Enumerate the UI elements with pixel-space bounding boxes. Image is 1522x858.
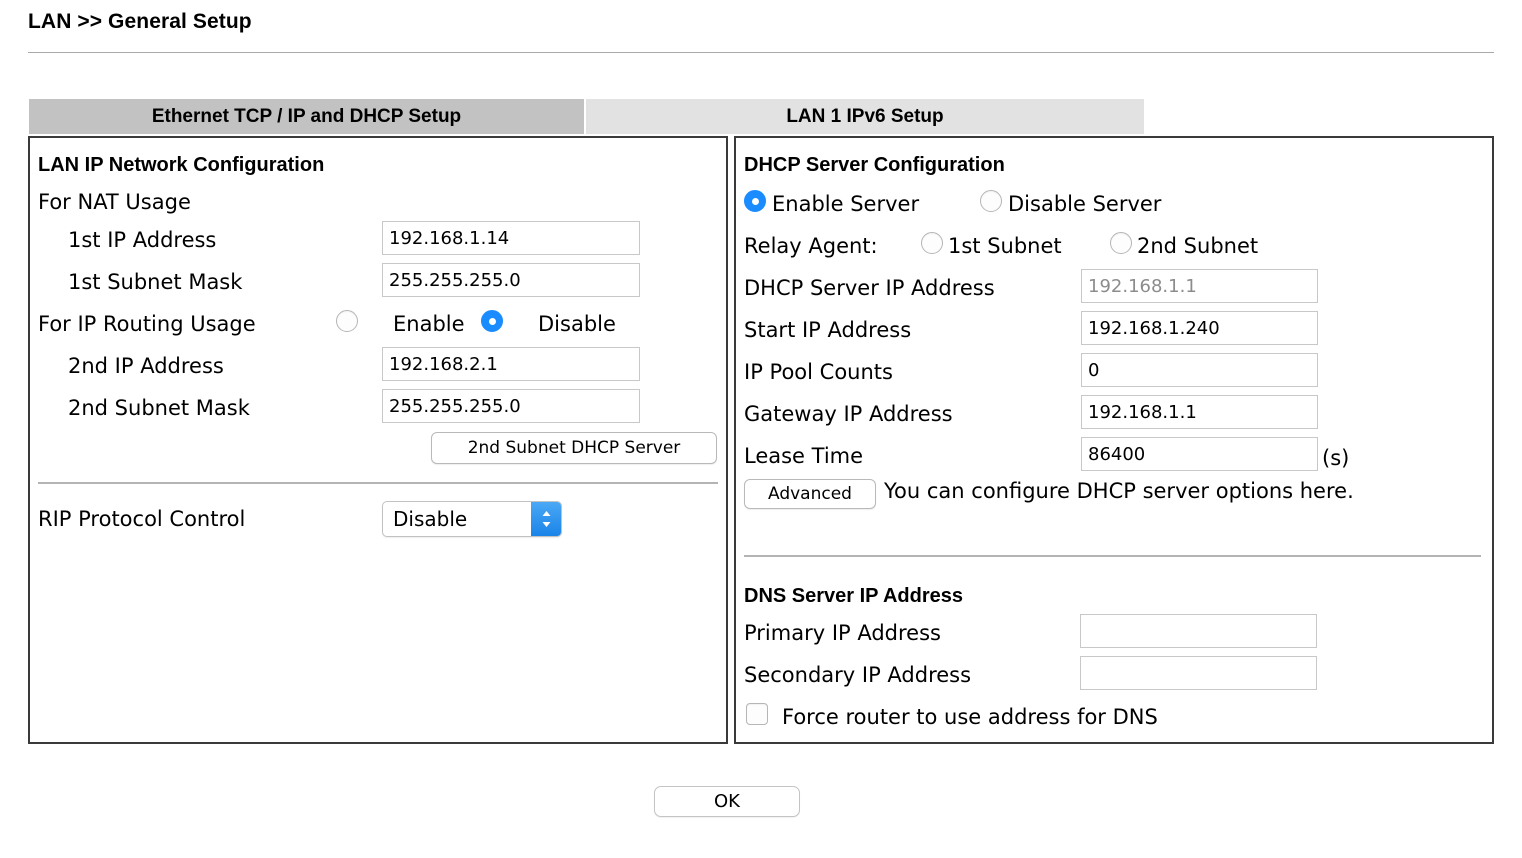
lease-time-unit-suffix: (s) xyxy=(1322,446,1349,470)
rip-protocol-control-select[interactable]: Disable xyxy=(382,501,562,537)
start-ip-address-label: Start IP Address xyxy=(744,320,911,341)
for-ip-routing-usage-label: For IP Routing Usage xyxy=(38,314,256,335)
second-ip-address-label: 2nd IP Address xyxy=(68,356,224,377)
ip-routing-disable-label: Disable xyxy=(538,314,616,335)
ip-routing-enable-radio[interactable] xyxy=(336,310,358,332)
ip-routing-enable-label: Enable xyxy=(393,314,465,335)
lan-ip-config-heading: LAN IP Network Configuration xyxy=(38,154,324,177)
first-ip-address-label: 1st IP Address xyxy=(68,230,216,251)
ip-pool-counts-input[interactable] xyxy=(1081,353,1318,387)
advanced-help-text: You can configure DHCP server options he… xyxy=(884,478,1484,504)
tab-ethernet-tcp-ip-dhcp-setup[interactable]: Ethernet TCP / IP and DHCP Setup xyxy=(28,99,585,134)
ip-routing-disable-radio[interactable] xyxy=(481,310,503,332)
start-ip-address-input[interactable] xyxy=(1081,311,1318,345)
chevron-updown-icon xyxy=(531,502,561,536)
ip-pool-counts-label: IP Pool Counts xyxy=(744,362,893,383)
tab-lan1-ipv6-setup[interactable]: LAN 1 IPv6 Setup xyxy=(585,99,1145,134)
disable-server-radio[interactable] xyxy=(980,190,1002,212)
dns-server-ip-address-heading: DNS Server IP Address xyxy=(744,585,963,608)
force-dns-checkbox[interactable] xyxy=(746,703,768,725)
secondary-dns-ip-input[interactable] xyxy=(1080,656,1317,690)
relay-agent-first-subnet-radio[interactable] xyxy=(921,232,943,254)
lease-time-label: Lease Time xyxy=(744,446,863,467)
tab-bar: Ethernet TCP / IP and DHCP Setup LAN 1 I… xyxy=(28,99,1145,134)
second-subnet-mask-label: 2nd Subnet Mask xyxy=(68,398,250,419)
primary-dns-ip-label: Primary IP Address xyxy=(744,623,941,644)
lan-ip-network-configuration-panel: LAN IP Network Configuration For NAT Usa… xyxy=(28,136,728,744)
dhcp-server-config-heading: DHCP Server Configuration xyxy=(744,154,1005,177)
relay-agent-first-subnet-label: 1st Subnet xyxy=(948,236,1062,257)
force-dns-label: Force router to use address for DNS xyxy=(782,707,1158,728)
lease-time-input[interactable] xyxy=(1081,437,1318,471)
dhcp-server-ip-address-label: DHCP Server IP Address xyxy=(744,278,995,299)
tab-label: Ethernet TCP / IP and DHCP Setup xyxy=(152,106,461,128)
left-panel-divider xyxy=(38,482,718,484)
enable-server-radio[interactable] xyxy=(744,190,766,212)
gateway-ip-address-input[interactable] xyxy=(1081,395,1318,429)
primary-dns-ip-input[interactable] xyxy=(1080,614,1317,648)
ok-button[interactable]: OK xyxy=(654,786,800,817)
first-ip-address-input[interactable] xyxy=(382,221,640,255)
relay-agent-second-subnet-radio[interactable] xyxy=(1110,232,1132,254)
disable-server-label: Disable Server xyxy=(1008,194,1161,215)
relay-agent-label: Relay Agent: xyxy=(744,236,878,257)
first-subnet-mask-label: 1st Subnet Mask xyxy=(68,272,242,293)
dhcp-server-ip-address-input[interactable] xyxy=(1081,269,1318,303)
advanced-button[interactable]: Advanced xyxy=(744,479,876,509)
tab-label: LAN 1 IPv6 Setup xyxy=(786,106,943,128)
secondary-dns-ip-label: Secondary IP Address xyxy=(744,665,971,686)
enable-server-label: Enable Server xyxy=(772,194,919,215)
gateway-ip-address-label: Gateway IP Address xyxy=(744,404,953,425)
page-title: LAN >> General Setup xyxy=(28,10,252,34)
for-nat-usage-label: For NAT Usage xyxy=(38,192,191,213)
dhcp-server-configuration-panel: DHCP Server Configuration Enable Server … xyxy=(734,136,1494,744)
relay-agent-second-subnet-label: 2nd Subnet xyxy=(1137,236,1258,257)
rip-protocol-control-value: Disable xyxy=(383,507,531,531)
rip-protocol-control-label: RIP Protocol Control xyxy=(38,509,245,530)
second-ip-address-input[interactable] xyxy=(382,347,640,381)
right-panel-divider xyxy=(744,555,1481,557)
second-subnet-dhcp-server-button[interactable]: 2nd Subnet DHCP Server xyxy=(431,432,717,464)
first-subnet-mask-input[interactable] xyxy=(382,263,640,297)
title-divider xyxy=(28,52,1494,53)
second-subnet-mask-input[interactable] xyxy=(382,389,640,423)
